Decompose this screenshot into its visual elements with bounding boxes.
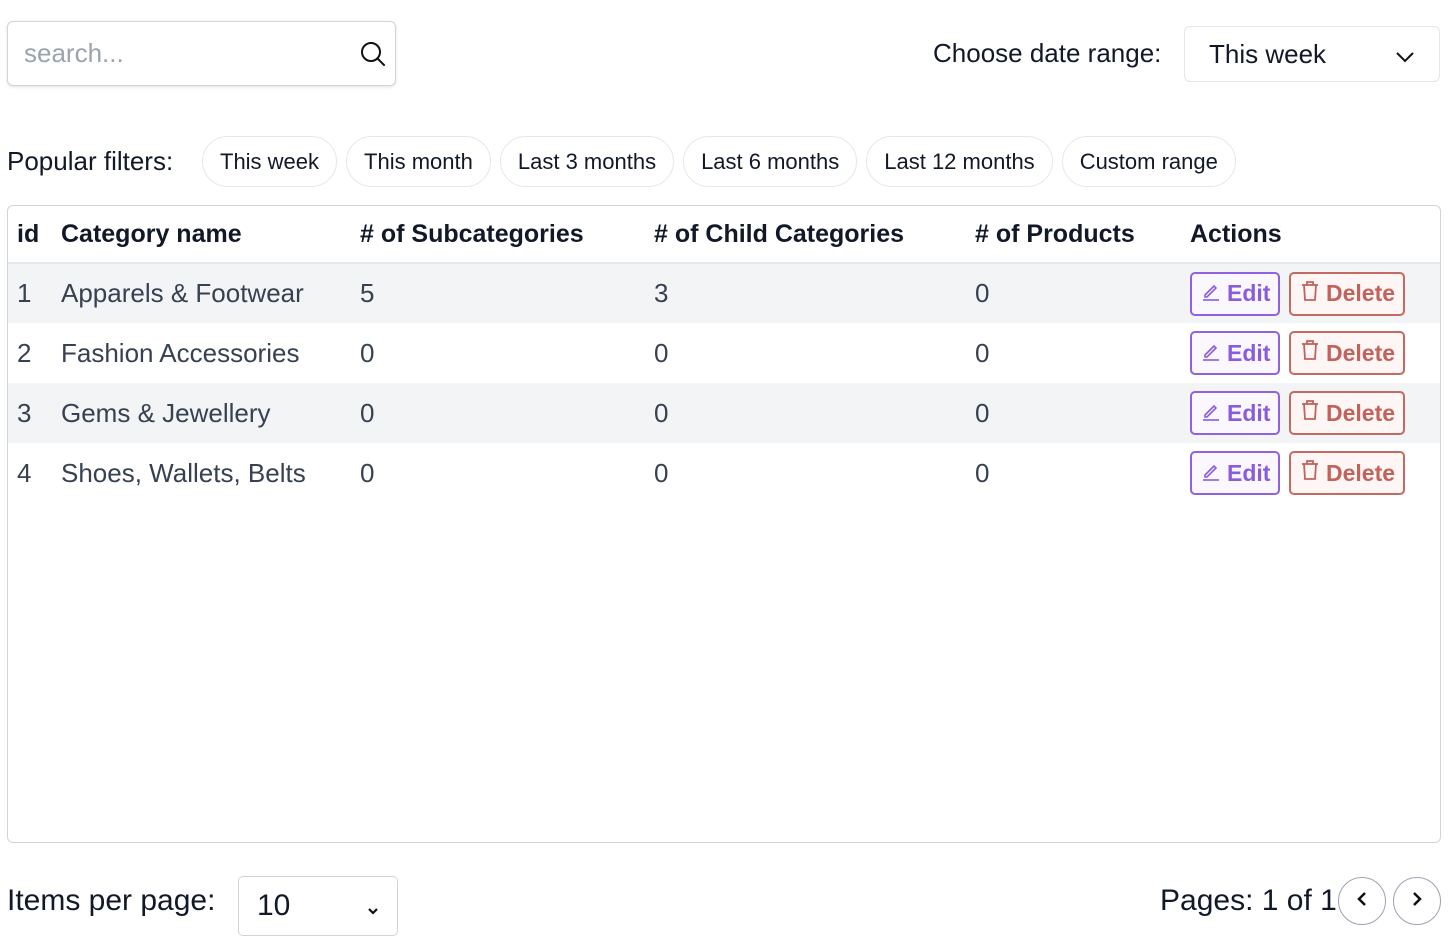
search-field[interactable]: [7, 21, 396, 86]
filter-chips: This week This month Last 3 months Last …: [202, 136, 1236, 187]
delete-button[interactable]: Delete: [1289, 271, 1405, 316]
chevron-left-icon: [1355, 890, 1369, 913]
pencil-icon: [1201, 340, 1221, 367]
edit-button[interactable]: Edit: [1190, 331, 1280, 375]
cell-actions: Edit Delete: [1190, 323, 1440, 383]
filter-chip-this-month[interactable]: This month: [346, 136, 491, 187]
delete-label: Delete: [1326, 399, 1396, 426]
next-page-button[interactable]: [1393, 877, 1441, 925]
cell-subcategories: 0: [360, 457, 375, 488]
date-range-select[interactable]: This week: [1184, 26, 1440, 82]
cell-actions: Edit Delete: [1190, 383, 1440, 443]
delete-label: Delete: [1326, 280, 1396, 306]
trash-icon: [1300, 339, 1320, 367]
trash-icon: [1300, 399, 1320, 427]
edit-label: Edit: [1227, 280, 1271, 306]
chevron-right-icon: [1410, 890, 1424, 913]
filter-chip-last-12-months[interactable]: Last 12 months: [866, 136, 1053, 187]
cell-category-name: Gems & Jewellery: [61, 383, 360, 443]
cell-subcategories: 0: [360, 383, 654, 443]
items-per-page-value: 10: [257, 889, 291, 922]
cell-id: 4: [17, 457, 32, 488]
cell-child-categories: 0: [654, 383, 975, 443]
search-input[interactable]: [24, 38, 359, 69]
cell-child-categories: 0: [654, 337, 669, 368]
cell-category-name: Apparels & Footwear: [61, 263, 360, 323]
delete-button[interactable]: Delete: [1289, 451, 1405, 495]
edit-label: Edit: [1227, 459, 1271, 486]
cell-subcategories: 0: [360, 337, 375, 368]
edit-button[interactable]: Edit: [1190, 451, 1280, 495]
filter-chip-custom-range[interactable]: Custom range: [1061, 136, 1236, 187]
items-per-page-select[interactable]: 10: [238, 876, 398, 936]
table-header-row: id Category name # of Subcategories # of…: [8, 206, 1440, 264]
chevron-down-icon: [1395, 39, 1415, 70]
cell-category-name: Shoes, Wallets, Belts: [61, 457, 306, 488]
delete-button[interactable]: Delete: [1289, 331, 1405, 375]
cell-id: 2: [17, 337, 32, 368]
pencil-icon: [1201, 280, 1221, 307]
trash-icon: [1300, 280, 1320, 308]
table-row: 4 Shoes, Wallets, Belts 0 0 0 Edit Delete: [8, 443, 1440, 503]
edit-button[interactable]: Edit: [1190, 391, 1280, 435]
cell-products: 0: [975, 263, 1190, 323]
cell-products: 0: [975, 337, 990, 368]
table-row: 1 Apparels & Footwear 5 3 0 Edit Delete: [8, 263, 1440, 323]
date-range-label: Choose date range:: [933, 38, 1162, 68]
header-id: id: [8, 206, 61, 264]
cell-category-name: Fashion Accessories: [61, 337, 300, 368]
pencil-icon: [1201, 400, 1221, 427]
popular-filters-label: Popular filters:: [7, 146, 174, 176]
header-category-name: Category name: [61, 206, 360, 264]
cell-subcategories: 5: [360, 263, 654, 323]
pages-indicator: Pages: 1 of 1: [1160, 884, 1337, 917]
filter-chip-last-3-months[interactable]: Last 3 months: [499, 136, 675, 187]
chevron-down-icon: [367, 889, 379, 923]
search-icon[interactable]: [359, 39, 387, 69]
cell-products: 0: [975, 457, 990, 488]
cell-id: 3: [8, 383, 61, 443]
delete-label: Delete: [1326, 339, 1396, 366]
edit-label: Edit: [1227, 339, 1271, 366]
cell-child-categories: 3: [654, 263, 975, 323]
header-products: # of Products: [975, 206, 1190, 264]
date-range-value: This week: [1209, 38, 1327, 69]
header-child-categories: # of Child Categories: [654, 206, 975, 264]
categories-table: id Category name # of Subcategories # of…: [7, 205, 1441, 843]
cell-actions: Edit Delete: [1190, 443, 1440, 503]
table-row: 2 Fashion Accessories 0 0 0 Edit Delete: [8, 323, 1440, 383]
edit-label: Edit: [1227, 399, 1271, 426]
filter-chip-this-week[interactable]: This week: [202, 136, 338, 187]
table-row: 3 Gems & Jewellery 0 0 0 Edit Delete: [8, 383, 1440, 443]
pencil-icon: [1201, 460, 1221, 487]
items-per-page-label: Items per page:: [7, 884, 216, 917]
cell-id: 1: [8, 263, 61, 323]
delete-button[interactable]: Delete: [1289, 391, 1405, 435]
header-actions: Actions: [1190, 206, 1440, 264]
trash-icon: [1300, 459, 1320, 487]
previous-page-button[interactable]: [1338, 877, 1386, 925]
header-subcategories: # of Subcategories: [360, 206, 654, 264]
cell-child-categories: 0: [654, 457, 669, 488]
cell-products: 0: [975, 383, 1190, 443]
delete-label: Delete: [1326, 459, 1396, 486]
edit-button[interactable]: Edit: [1190, 271, 1280, 316]
cell-actions: Edit Delete: [1190, 263, 1440, 323]
filter-chip-last-6-months[interactable]: Last 6 months: [683, 136, 858, 187]
